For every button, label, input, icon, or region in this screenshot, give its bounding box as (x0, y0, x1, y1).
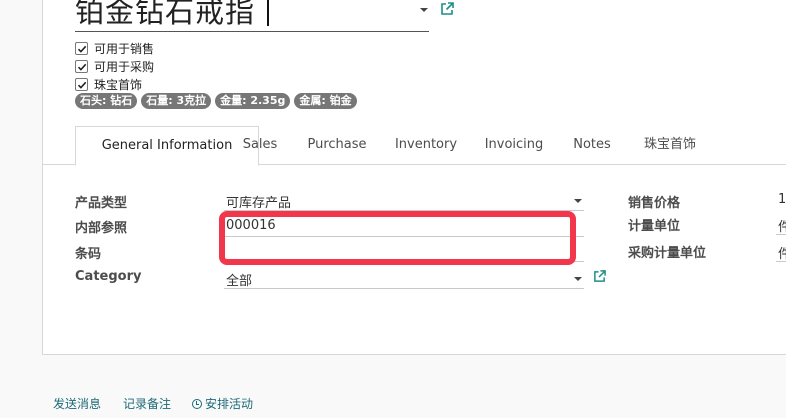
attribute-tag[interactable]: 金量: 2.35g (215, 93, 291, 109)
internal-reference-label: 内部参照 (75, 221, 128, 236)
attribute-tag[interactable]: 石量: 3克拉 (141, 93, 212, 109)
attribute-tag[interactable]: 金属: 铂金 (294, 93, 357, 109)
uom-label: 计量单位 (628, 219, 681, 234)
chevron-down-icon[interactable] (574, 199, 582, 203)
highlight-box (219, 211, 576, 265)
notebook-tabs: General Information Sales Purchase Inven… (42, 126, 786, 166)
sales-price-label: 销售价格 (628, 196, 681, 211)
product-name[interactable]: 铂金钻石戒指 (75, 0, 255, 30)
chevron-down-icon[interactable] (420, 8, 428, 12)
text-cursor (267, 0, 269, 26)
schedule-activity-button[interactable]: 安排活动 (192, 395, 253, 412)
attribute-tags: 石头: 钻石 石量: 3克拉 金量: 2.35g 金属: 铂金 (75, 93, 357, 109)
barcode-label: 条码 (75, 247, 102, 262)
checkbox-icon[interactable] (75, 41, 88, 55)
category-select[interactable]: 全部 (226, 270, 252, 289)
sales-price-input[interactable]: 1 (778, 192, 786, 207)
external-link-icon[interactable] (440, 2, 454, 16)
checkbox-label: 珠宝首饰 (94, 77, 143, 92)
checkbox-icon[interactable] (75, 59, 88, 73)
checkbox-label: 可用于销售 (94, 41, 155, 56)
send-message-button[interactable]: 发送消息 (53, 395, 101, 412)
tab-invoicing[interactable]: Invoicing (472, 126, 556, 165)
category-label: Category (75, 269, 142, 284)
uom-select[interactable]: 件 (778, 216, 786, 235)
tab-notes[interactable]: Notes (562, 126, 622, 165)
log-note-button[interactable]: 记录备注 (123, 395, 171, 412)
purchase-uom-label: 采购计量单位 (628, 246, 707, 261)
product-flags: 可用于销售 可用于采购 珠宝首饰 (75, 39, 154, 93)
checkbox-row-sale[interactable]: 可用于销售 (75, 39, 154, 57)
checkbox-label: 可用于采购 (94, 59, 155, 74)
attribute-tag[interactable]: 石头: 钻石 (75, 93, 138, 109)
checkbox-icon[interactable] (75, 77, 88, 91)
product-type-select[interactable]: 可库存产品 (226, 192, 291, 211)
field-underline (776, 234, 786, 235)
purchase-uom-select[interactable]: 件 (778, 243, 786, 262)
field-underline (776, 261, 786, 262)
tab-sales[interactable]: Sales (228, 126, 292, 165)
tab-inventory[interactable]: Inventory (384, 126, 468, 165)
checkbox-row-purchase[interactable]: 可用于采购 (75, 57, 154, 75)
tab-jewelry[interactable]: 珠宝首饰 (630, 126, 710, 165)
product-name-field[interactable]: 铂金钻石戒指 (75, 0, 429, 32)
clock-icon (192, 399, 202, 409)
field-underline (224, 288, 584, 289)
schedule-activity-label: 安排活动 (205, 397, 254, 411)
external-link-icon[interactable] (593, 270, 606, 283)
checkbox-row-jewelry[interactable]: 珠宝首饰 (75, 75, 154, 93)
product-type-label: 产品类型 (75, 196, 128, 211)
chevron-down-icon[interactable] (574, 277, 582, 281)
tab-purchase[interactable]: Purchase (298, 126, 376, 165)
